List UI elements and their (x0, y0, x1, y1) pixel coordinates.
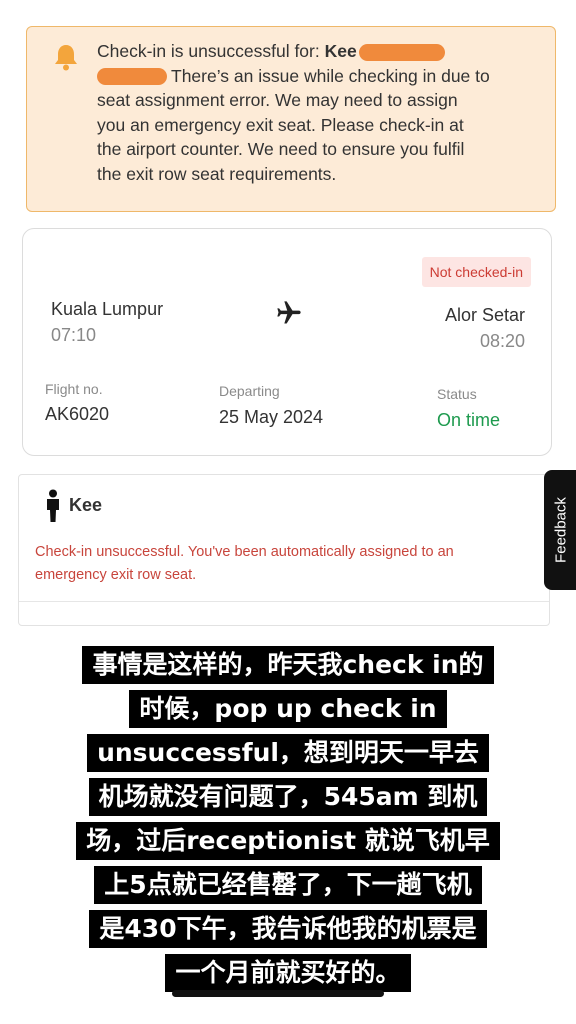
error-line2: emergency exit row seat. (35, 567, 197, 583)
alert-line4: the airport counter. We need to ensure y… (97, 139, 465, 159)
caption-line: 上5点就已经售罄了，下一趟飞机 (0, 866, 576, 904)
feedback-label: Feedback (552, 497, 570, 563)
caption-text: 事情是这样的，昨天我check in的 (82, 646, 494, 684)
departing-value: 25 May 2024 (219, 407, 324, 427)
alert-line2: seat assignment error. We may need to as… (97, 90, 458, 110)
flight-no-label: Flight no. (45, 381, 103, 397)
caption-line: 时候，pop up check in (0, 690, 576, 728)
passenger-card[interactable]: Kee Check-in unsuccessful. You've been a… (18, 474, 550, 626)
passenger-name: Kee (69, 495, 103, 515)
caption-text: 场，过后receptionist 就说飞机早 (76, 822, 500, 860)
feedback-tab[interactable]: Feedback (544, 470, 576, 590)
origin-time: 07:10 (51, 325, 97, 345)
alert-message: Check-in is unsuccessful for: Kee There’… (97, 39, 537, 186)
checkin-error-alert: Check-in is unsuccessful for: Kee There’… (26, 26, 556, 212)
caption-text: 一个月前就买好的。 (165, 954, 411, 992)
flight-card[interactable]: Not checked-in Kuala Lumpur 07:10 Alor S… (22, 228, 552, 456)
caption-text: 是430下午，我告诉他我的机票是 (89, 910, 487, 948)
destination-city: Alor Setar (444, 305, 525, 325)
passenger-checkin-error: Check-in unsuccessful. You've been autom… (35, 541, 535, 587)
status-label: Status (437, 386, 477, 402)
caption-line: 是430下午，我告诉他我的机票是 (0, 910, 576, 948)
caption-line: 机场就没有问题了，545am 到机 (0, 778, 576, 816)
departing-label: Departing (219, 383, 280, 399)
divider (19, 601, 549, 602)
caption-line: 事情是这样的，昨天我check in的 (0, 646, 576, 684)
redaction-mark (97, 68, 167, 86)
caption-text: 机场就没有问题了，545am 到机 (88, 778, 488, 816)
error-line1: Check-in unsuccessful. You've been autom… (35, 544, 454, 560)
person-icon (47, 489, 59, 522)
caption-text: 上5点就已经售罄了，下一趟飞机 (94, 866, 482, 904)
bell-icon (55, 45, 77, 71)
caption-line: 一个月前就买好的。 (0, 954, 576, 992)
status-value: On time (437, 410, 501, 430)
origin-city: Kuala Lumpur (51, 299, 164, 319)
checkin-status-badge: Not checked-in (421, 257, 531, 287)
caption-line: unsuccessful，想到明天一早去 (0, 734, 576, 772)
alert-line5: the exit row seat requirements. (97, 163, 337, 184)
home-indicator[interactable] (172, 990, 384, 997)
destination-time: 08:20 (479, 331, 525, 351)
alert-prefix: Check-in is unsuccessful for: (97, 41, 325, 61)
alert-line1: There’s an issue while checking in due t… (171, 65, 490, 86)
caption-line: 场，过后receptionist 就说飞机早 (0, 822, 576, 860)
alert-line3: you an emergency exit seat. Please check… (97, 114, 464, 135)
caption-text: unsuccessful，想到明天一早去 (87, 734, 489, 772)
alert-passenger-name: Kee (324, 41, 357, 61)
redaction-mark (358, 43, 445, 61)
caption-text: 时候，pop up check in (129, 690, 447, 728)
flight-no-value: AK6020 (45, 404, 110, 424)
airplane-icon (277, 301, 301, 324)
